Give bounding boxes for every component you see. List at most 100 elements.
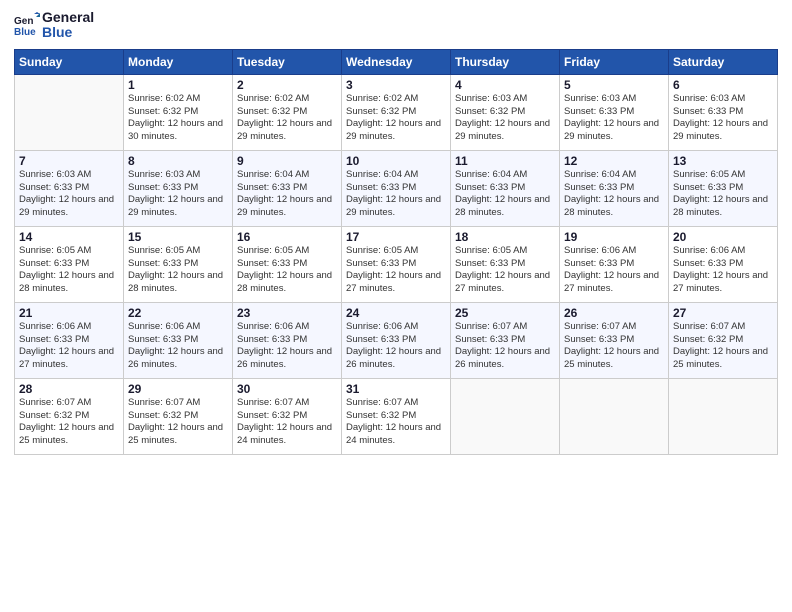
day-header-friday: Friday	[560, 49, 669, 74]
sunset: Sunset: 6:33 PM	[564, 182, 634, 193]
day-info: Sunrise: 6:03 AM Sunset: 6:33 PM Dayligh…	[564, 93, 664, 144]
day-number: 31	[346, 382, 446, 396]
sunrise: Sunrise: 6:03 AM	[455, 93, 527, 104]
day-number: 25	[455, 306, 555, 320]
day-info: Sunrise: 6:06 AM Sunset: 6:33 PM Dayligh…	[19, 321, 119, 372]
calendar-cell: 12 Sunrise: 6:04 AM Sunset: 6:33 PM Dayl…	[560, 150, 669, 226]
day-number: 4	[455, 78, 555, 92]
calendar-cell: 2 Sunrise: 6:02 AM Sunset: 6:32 PM Dayli…	[233, 74, 342, 150]
calendar-cell: 19 Sunrise: 6:06 AM Sunset: 6:33 PM Dayl…	[560, 226, 669, 302]
logo-text: General Blue	[42, 10, 94, 41]
sunset: Sunset: 6:33 PM	[237, 182, 307, 193]
day-number: 24	[346, 306, 446, 320]
day-info: Sunrise: 6:02 AM Sunset: 6:32 PM Dayligh…	[346, 93, 446, 144]
day-number: 15	[128, 230, 228, 244]
sunset: Sunset: 6:32 PM	[237, 106, 307, 117]
sunrise: Sunrise: 6:02 AM	[346, 93, 418, 104]
day-number: 1	[128, 78, 228, 92]
week-row-4: 21 Sunrise: 6:06 AM Sunset: 6:33 PM Dayl…	[15, 302, 778, 378]
logo-text-block: Gen Blue General Blue	[14, 10, 94, 41]
sunrise: Sunrise: 6:07 AM	[455, 321, 527, 332]
day-number: 11	[455, 154, 555, 168]
day-info: Sunrise: 6:06 AM Sunset: 6:33 PM Dayligh…	[564, 245, 664, 296]
calendar-cell: 17 Sunrise: 6:05 AM Sunset: 6:33 PM Dayl…	[342, 226, 451, 302]
sunset: Sunset: 6:32 PM	[673, 334, 743, 345]
calendar-cell: 13 Sunrise: 6:05 AM Sunset: 6:33 PM Dayl…	[669, 150, 778, 226]
day-info: Sunrise: 6:04 AM Sunset: 6:33 PM Dayligh…	[237, 169, 337, 220]
sunrise: Sunrise: 6:07 AM	[346, 397, 418, 408]
calendar-cell: 22 Sunrise: 6:06 AM Sunset: 6:33 PM Dayl…	[124, 302, 233, 378]
sunrise: Sunrise: 6:07 AM	[128, 397, 200, 408]
sunset: Sunset: 6:33 PM	[19, 334, 89, 345]
calendar-cell: 29 Sunrise: 6:07 AM Sunset: 6:32 PM Dayl…	[124, 378, 233, 454]
calendar-cell	[451, 378, 560, 454]
calendar-cell: 7 Sunrise: 6:03 AM Sunset: 6:33 PM Dayli…	[15, 150, 124, 226]
daylight: Daylight: 12 hours and 29 minutes.	[346, 194, 441, 218]
day-number: 28	[19, 382, 119, 396]
sunrise: Sunrise: 6:04 AM	[564, 169, 636, 180]
day-number: 10	[346, 154, 446, 168]
day-info: Sunrise: 6:06 AM Sunset: 6:33 PM Dayligh…	[673, 245, 773, 296]
day-number: 2	[237, 78, 337, 92]
sunset: Sunset: 6:33 PM	[673, 258, 743, 269]
sunset: Sunset: 6:32 PM	[455, 106, 525, 117]
sunset: Sunset: 6:32 PM	[346, 106, 416, 117]
sunset: Sunset: 6:33 PM	[564, 258, 634, 269]
sunrise: Sunrise: 6:03 AM	[564, 93, 636, 104]
sunset: Sunset: 6:33 PM	[128, 182, 198, 193]
daylight: Daylight: 12 hours and 24 minutes.	[346, 422, 441, 446]
daylight: Daylight: 12 hours and 30 minutes.	[128, 118, 223, 142]
day-info: Sunrise: 6:04 AM Sunset: 6:33 PM Dayligh…	[346, 169, 446, 220]
sunset: Sunset: 6:33 PM	[673, 182, 743, 193]
day-header-sunday: Sunday	[15, 49, 124, 74]
day-number: 12	[564, 154, 664, 168]
sunset: Sunset: 6:33 PM	[455, 182, 525, 193]
sunrise: Sunrise: 6:05 AM	[673, 169, 745, 180]
calendar-cell: 6 Sunrise: 6:03 AM Sunset: 6:33 PM Dayli…	[669, 74, 778, 150]
calendar-cell	[15, 74, 124, 150]
daylight: Daylight: 12 hours and 27 minutes.	[346, 270, 441, 294]
daylight: Daylight: 12 hours and 29 minutes.	[455, 118, 550, 142]
day-info: Sunrise: 6:06 AM Sunset: 6:33 PM Dayligh…	[237, 321, 337, 372]
day-header-saturday: Saturday	[669, 49, 778, 74]
sunset: Sunset: 6:33 PM	[346, 334, 416, 345]
calendar-cell: 23 Sunrise: 6:06 AM Sunset: 6:33 PM Dayl…	[233, 302, 342, 378]
daylight: Daylight: 12 hours and 27 minutes.	[455, 270, 550, 294]
day-number: 14	[19, 230, 119, 244]
calendar-cell: 26 Sunrise: 6:07 AM Sunset: 6:33 PM Dayl…	[560, 302, 669, 378]
day-info: Sunrise: 6:03 AM Sunset: 6:32 PM Dayligh…	[455, 93, 555, 144]
sunrise: Sunrise: 6:04 AM	[346, 169, 418, 180]
sunrise: Sunrise: 6:05 AM	[237, 245, 309, 256]
sunrise: Sunrise: 6:05 AM	[19, 245, 91, 256]
logo-graphic: Gen Blue	[14, 12, 40, 38]
day-info: Sunrise: 6:05 AM Sunset: 6:33 PM Dayligh…	[673, 169, 773, 220]
daylight: Daylight: 12 hours and 26 minutes.	[455, 346, 550, 370]
sunset: Sunset: 6:33 PM	[128, 334, 198, 345]
calendar-cell: 27 Sunrise: 6:07 AM Sunset: 6:32 PM Dayl…	[669, 302, 778, 378]
calendar-cell: 15 Sunrise: 6:05 AM Sunset: 6:33 PM Dayl…	[124, 226, 233, 302]
daylight: Daylight: 12 hours and 29 minutes.	[673, 118, 768, 142]
day-header-thursday: Thursday	[451, 49, 560, 74]
daylight: Daylight: 12 hours and 29 minutes.	[237, 118, 332, 142]
day-info: Sunrise: 6:07 AM Sunset: 6:32 PM Dayligh…	[19, 397, 119, 448]
daylight: Daylight: 12 hours and 24 minutes.	[237, 422, 332, 446]
day-number: 13	[673, 154, 773, 168]
sunrise: Sunrise: 6:04 AM	[455, 169, 527, 180]
main-container: Gen Blue General Blue SundayMondayTuesda…	[0, 0, 792, 465]
calendar-cell: 16 Sunrise: 6:05 AM Sunset: 6:33 PM Dayl…	[233, 226, 342, 302]
calendar-cell: 10 Sunrise: 6:04 AM Sunset: 6:33 PM Dayl…	[342, 150, 451, 226]
sunrise: Sunrise: 6:07 AM	[673, 321, 745, 332]
day-info: Sunrise: 6:03 AM Sunset: 6:33 PM Dayligh…	[673, 93, 773, 144]
calendar-cell: 9 Sunrise: 6:04 AM Sunset: 6:33 PM Dayli…	[233, 150, 342, 226]
day-info: Sunrise: 6:07 AM Sunset: 6:32 PM Dayligh…	[673, 321, 773, 372]
calendar-cell: 24 Sunrise: 6:06 AM Sunset: 6:33 PM Dayl…	[342, 302, 451, 378]
sunset: Sunset: 6:32 PM	[128, 106, 198, 117]
sunset: Sunset: 6:33 PM	[19, 182, 89, 193]
svg-text:Gen: Gen	[14, 16, 33, 27]
svg-text:Blue: Blue	[14, 27, 36, 38]
day-info: Sunrise: 6:06 AM Sunset: 6:33 PM Dayligh…	[128, 321, 228, 372]
calendar-cell: 1 Sunrise: 6:02 AM Sunset: 6:32 PM Dayli…	[124, 74, 233, 150]
day-number: 7	[19, 154, 119, 168]
day-number: 18	[455, 230, 555, 244]
daylight: Daylight: 12 hours and 28 minutes.	[128, 270, 223, 294]
